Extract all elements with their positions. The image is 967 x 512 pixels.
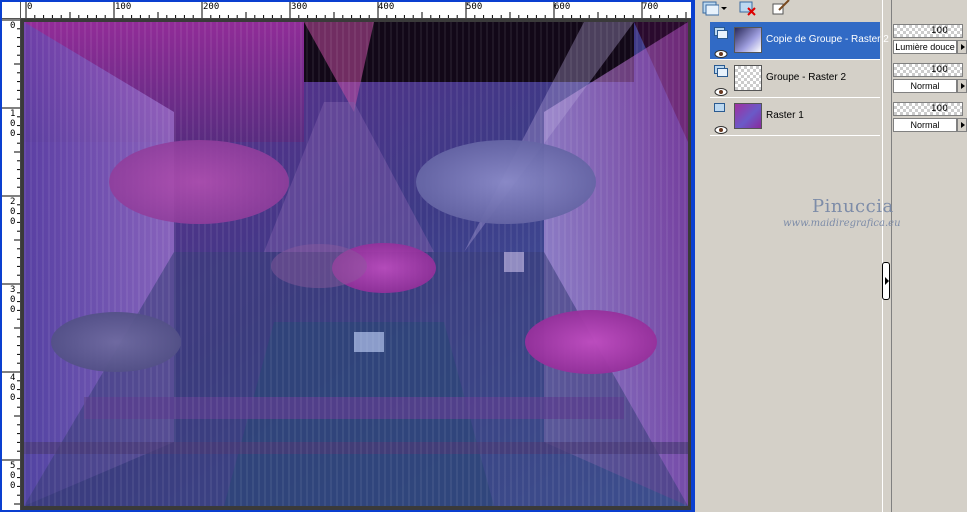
visibility-eye-icon[interactable] — [714, 82, 728, 96]
watermark-name: Pinuccia — [812, 196, 894, 217]
ruler-label-v-400: 400 — [10, 373, 16, 403]
opacity-value: 100 — [930, 104, 948, 114]
delete-layer-icon[interactable] — [739, 0, 759, 16]
new-layer-icon[interactable] — [701, 0, 721, 16]
ruler-label-500: 500 — [466, 2, 483, 12]
ruler-label-600: 600 — [554, 2, 571, 12]
image-canvas[interactable] — [24, 22, 688, 506]
vertical-ruler-ticks — [2, 19, 20, 505]
layer-name: Raster 1 — [766, 110, 804, 121]
brush-icon[interactable] — [771, 0, 791, 16]
ruler-corner — [2, 2, 21, 19]
blend-mode-arrow-icon[interactable] — [957, 79, 967, 93]
blend-mode-select[interactable]: Normal — [893, 79, 957, 93]
layer-type-icon — [714, 100, 728, 112]
ruler-label-v-100: 100 — [10, 109, 16, 139]
opacity-slider[interactable]: 100 — [893, 63, 963, 77]
layer-row-raster-1[interactable]: Raster 1 — [710, 98, 880, 136]
layer-properties-row: 100 Normal — [890, 61, 967, 100]
artwork-image — [24, 22, 688, 506]
blend-mode-select[interactable]: Lumière douce — [893, 40, 957, 54]
opacity-slider[interactable]: 100 — [893, 24, 963, 38]
ruler-label-0: 0 — [27, 2, 33, 12]
layer-properties-column: 100 Lumière douce 100 Normal 100 Normal — [890, 22, 967, 139]
layer-properties-row: 100 Normal — [890, 100, 967, 139]
layer-type-icon — [714, 62, 728, 77]
dropdown-arrow-icon[interactable] — [719, 0, 729, 16]
ruler-label-100: 100 — [115, 2, 132, 12]
layer-name: Copie de Groupe - Raster 2 — [766, 34, 889, 45]
blend-mode-select[interactable]: Normal — [893, 118, 957, 132]
layer-thumbnail — [734, 27, 762, 53]
layer-row-copie-groupe-raster-2[interactable]: Copie de Groupe - Raster 2 — [710, 22, 889, 60]
layer-properties-row: 100 Lumière douce — [890, 22, 967, 61]
layers-list: Copie de Groupe - Raster 2 Groupe - Rast… — [710, 22, 889, 136]
ruler-label-v-0: 0 — [10, 21, 16, 31]
ruler-label-200: 200 — [203, 2, 220, 12]
canvas-frame — [21, 19, 691, 510]
canvas-window: 0 100 200 300 400 500 600 700 0 100 200 … — [0, 0, 695, 512]
layer-row-groupe-raster-2[interactable]: Groupe - Raster 2 — [710, 60, 880, 98]
visibility-eye-icon[interactable] — [714, 44, 728, 58]
ruler-label-400: 400 — [378, 2, 395, 12]
blend-mode-arrow-icon[interactable] — [957, 40, 967, 54]
visibility-eye-icon[interactable] — [714, 120, 728, 134]
collapse-handle[interactable] — [882, 262, 890, 300]
ruler-label-v-500: 500 — [10, 461, 16, 491]
blend-mode-arrow-icon[interactable] — [957, 118, 967, 132]
ruler-label-300: 300 — [291, 2, 308, 12]
ruler-label-v-200: 200 — [10, 197, 16, 227]
opacity-value: 100 — [930, 65, 948, 75]
layer-name: Groupe - Raster 2 — [766, 72, 847, 83]
opacity-value: 100 — [930, 26, 948, 36]
watermark-url: www.maidiregrafica.eu — [783, 218, 901, 229]
vertical-ruler: 0 100 200 300 400 500 — [2, 19, 21, 510]
ruler-label-700: 700 — [642, 2, 659, 12]
ruler-label-v-300: 300 — [10, 285, 16, 315]
layers-toolbar — [695, 0, 882, 20]
layer-thumbnail — [734, 65, 762, 91]
opacity-slider[interactable]: 100 — [893, 102, 963, 116]
layer-type-icon — [714, 24, 728, 39]
layer-thumbnail — [734, 103, 762, 129]
horizontal-ruler: 0 100 200 300 400 500 600 700 — [21, 2, 691, 19]
